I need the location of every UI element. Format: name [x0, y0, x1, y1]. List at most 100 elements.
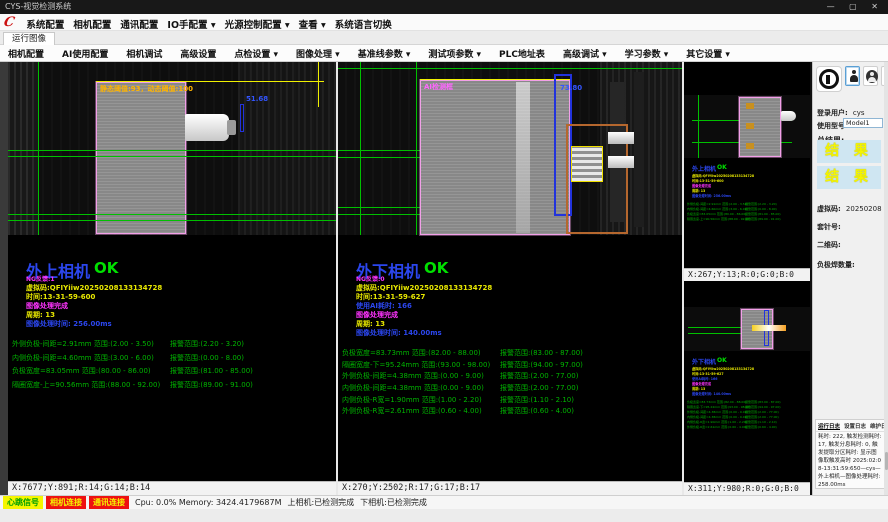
tab-run-image[interactable]: 运行图像 — [3, 32, 55, 45]
menu-bar: C 系统配置相机配置通讯配置IO手配置 ▾光源控制配置 ▾查看 ▾系统语言切换 — [0, 14, 888, 31]
toolbar-item[interactable]: 图像处理 ▾ — [296, 47, 340, 60]
menu-item[interactable]: 相机配置 — [73, 20, 111, 31]
panel-scrollbar[interactable] — [884, 62, 888, 495]
ng-note: NG反馈:0 — [356, 274, 385, 283]
pixel-statusbar-upper: X:7677;Y:891;R:14;G:14;B:14 — [8, 481, 336, 495]
window-title: CYS-视觉检测系统 — [5, 2, 71, 11]
toolbar-item[interactable]: 高级调试 ▾ — [563, 47, 607, 60]
tab-row: 运行图像 — [0, 31, 888, 45]
app-window: CYS-视觉检测系统 — ▢ ✕ C 系统配置相机配置通讯配置IO手配置 ▾光源… — [0, 0, 888, 522]
measure-line — [416, 62, 417, 235]
measure-line — [8, 156, 336, 157]
user-login-button[interactable] — [845, 66, 860, 86]
measure-line — [8, 214, 336, 215]
toolbar-item[interactable]: 测试项参数 ▾ — [428, 47, 481, 60]
toolbar-item[interactable]: 相机配置 — [8, 47, 44, 60]
measurement-list: 负极宽度=83.73mm 范围:(82.00 - 88.00)报警范围:(83.… — [342, 348, 490, 418]
qr-label: 二维码: — [817, 241, 841, 249]
vcode-value: 20250208 — [846, 205, 882, 213]
status-badge: 通讯连接 — [89, 496, 129, 509]
window-controls[interactable]: — ▢ ✕ — [827, 0, 884, 14]
camera-view-lower[interactable]: AI检测框 73.80 外下相机 OK NG反馈:0 虚拟码:QFIYiiw20… — [338, 62, 682, 495]
camera-image-upper: 静态阈值:93，动态阈值:100 51.68 — [8, 62, 336, 235]
control-panel: 登录用户: cys 使用型号: Model1 总结果: 结 果 结 果 虚拟码:… — [812, 62, 888, 495]
thumbnail-view-upper[interactable]: 外上相机 OK 虚拟码:QFIYiiw20250208133134728 时间:… — [684, 62, 810, 281]
measurement-list: 外侧负极-间距=2.91mm 范围:(2.00 - 3.50)报警范围:(2.2… — [12, 339, 160, 393]
status-badges: 心跳信号相机连接通讯连接 — [3, 496, 129, 509]
toolbar-item[interactable]: 高级设置 — [180, 47, 216, 60]
measurement-row: 外侧负极-R宽=2.61mm 范围:(0.60 - 4.00)报警范围:(0.6… — [342, 406, 490, 418]
cpu-memory-text: Cpu: 0.0% Memory: 3424.4179687M — [135, 498, 281, 507]
measurement-row: 隔圈宽度-下=95.24mm 范围:(93.00 - 98.00)报警范围:(9… — [342, 360, 490, 372]
thumb-title: 外上相机 — [692, 164, 716, 173]
measure-line — [8, 220, 336, 221]
toolbar-item[interactable]: AI使用配置 — [62, 47, 108, 60]
ng-note: NG反馈:1 — [26, 274, 55, 283]
thumb-measurements: 外侧负极-间距=2.91mm 范围:(2.00 - 3.50)报警范围:(2.2… — [687, 202, 751, 222]
menu-item[interactable]: 系统语言切换 — [335, 20, 392, 31]
yellow-reference-line — [420, 79, 572, 80]
menu-item[interactable]: 查看 ▾ — [299, 20, 326, 31]
machine-texture — [8, 62, 38, 235]
measure-line — [338, 207, 430, 208]
log-text: 耗时: 222, 触发检测耗时: 17, 触发分息耗时: 0, 触发提取分区耗时… — [816, 432, 884, 492]
thumb-ok: OK — [717, 357, 727, 364]
status-badge: 相机连接 — [46, 496, 86, 509]
menu-item[interactable]: IO手配置 ▾ — [167, 20, 215, 31]
measurement-row: 外侧负极-R宽=2.61mm 范围:(0.60 - 4.00)报警范围:(0.6… — [687, 425, 751, 430]
toolbar-item[interactable]: 学习参数 ▾ — [625, 47, 669, 60]
toolbar-item[interactable]: PLC地址表 — [499, 47, 545, 60]
log-tabs: 运行日志设置日志维护日志 — [816, 420, 884, 432]
blue-measure-label: 73.80 — [560, 84, 582, 92]
camera-image-lower: AI检测框 73.80 — [338, 62, 682, 235]
blue-roi — [240, 104, 244, 132]
blue-measure-label: 51.68 — [246, 95, 268, 103]
measure-line — [338, 150, 430, 151]
measurement-row: 负极宽度=83.73mm 范围:(82.00 - 88.00)报警范围:(83.… — [342, 348, 490, 360]
toolbar: 相机配置 AI使用配置 相机调试 高级设置 点检设置 ▾ 图像处理 ▾ 基准线参数 ▾ 测试项… — [0, 45, 888, 62]
toolbar-item[interactable]: 点检设置 ▾ — [234, 47, 278, 60]
probe-connector-tip — [227, 120, 236, 135]
pixel-statusbar-lower: X:270;Y:2502;R:17;G:17;B:17 — [338, 481, 682, 495]
toolbar-item[interactable]: 相机调试 — [126, 47, 162, 60]
thumb-proc: 图像处理时间: 256.00ms — [692, 193, 731, 198]
result-display-2: 结 果 — [817, 166, 881, 189]
user-icon — [850, 70, 858, 83]
weld-highlight — [608, 156, 634, 168]
user-dark-icon — [866, 70, 878, 83]
measure-line — [38, 62, 39, 235]
weld-count-label: 负极焊数量: — [817, 261, 855, 269]
user-switch-button[interactable] — [863, 66, 878, 86]
measurement-row: 隔圈宽度-上=90.56mm 范围:(88.00 - 92.00)报警范围:(8… — [687, 217, 751, 222]
pause-button[interactable] — [816, 66, 842, 92]
thumb-statusbar-lower: X:311;Y:980;R:0;G:0;B:0 — [684, 482, 810, 495]
measurement-row: 内侧负极-间距=4.38mm 范围:(0.00 - 9.00)报警范围:(2.0… — [342, 383, 490, 395]
thumb-title: 外下相机 — [692, 357, 716, 366]
yellow-reference-line — [96, 81, 324, 82]
thumb-statusbar-upper: X:267;Y:13;R:0;G:0;B:0 — [684, 268, 810, 281]
menu-item[interactable]: 通讯配置 — [120, 20, 158, 31]
needle-label: 套针号: — [817, 223, 841, 231]
measure-line — [8, 150, 336, 151]
thumbnail-view-lower[interactable]: 外下相机 OK 虚拟码:QFIYiiw20250208133134728 时间:… — [684, 283, 810, 495]
status-badge: 心跳信号 — [3, 496, 43, 509]
measurement-row: 外侧负极-间距=4.38mm 范围:(0.00 - 9.00)报警范围:(2.0… — [342, 371, 490, 383]
log-tab[interactable]: 设置日志 — [844, 422, 866, 430]
result-ok: OK — [424, 259, 448, 277]
result-ok: OK — [94, 259, 118, 277]
weld-roi — [571, 146, 603, 182]
bottom-fill — [0, 509, 888, 522]
toolbar-item[interactable]: 其它设置 ▾ — [686, 47, 730, 60]
probe-connector — [185, 114, 229, 141]
log-tab[interactable]: 运行日志 — [818, 422, 840, 430]
toolbar-item[interactable]: 基准线参数 ▾ — [358, 47, 411, 60]
measurement-row: 内侧负极-间距=4.60mm 范围:(3.00 - 6.00)报警范围:(0.0… — [12, 353, 160, 367]
camera-view-upper[interactable]: 静态阈值:93，动态阈值:100 51.68 外上相机 OK NG反馈:1 虚拟… — [8, 62, 336, 495]
thumb-proc: 图像处理时间: 140.00ms — [692, 391, 731, 396]
menu-item[interactable]: 系统配置 — [26, 20, 64, 31]
bright-band — [516, 82, 530, 233]
model-input[interactable]: Model1 — [843, 118, 883, 128]
machine-texture — [238, 62, 336, 235]
menu-item[interactable]: 光源控制配置 ▾ — [225, 20, 290, 31]
measure-line — [338, 68, 682, 69]
